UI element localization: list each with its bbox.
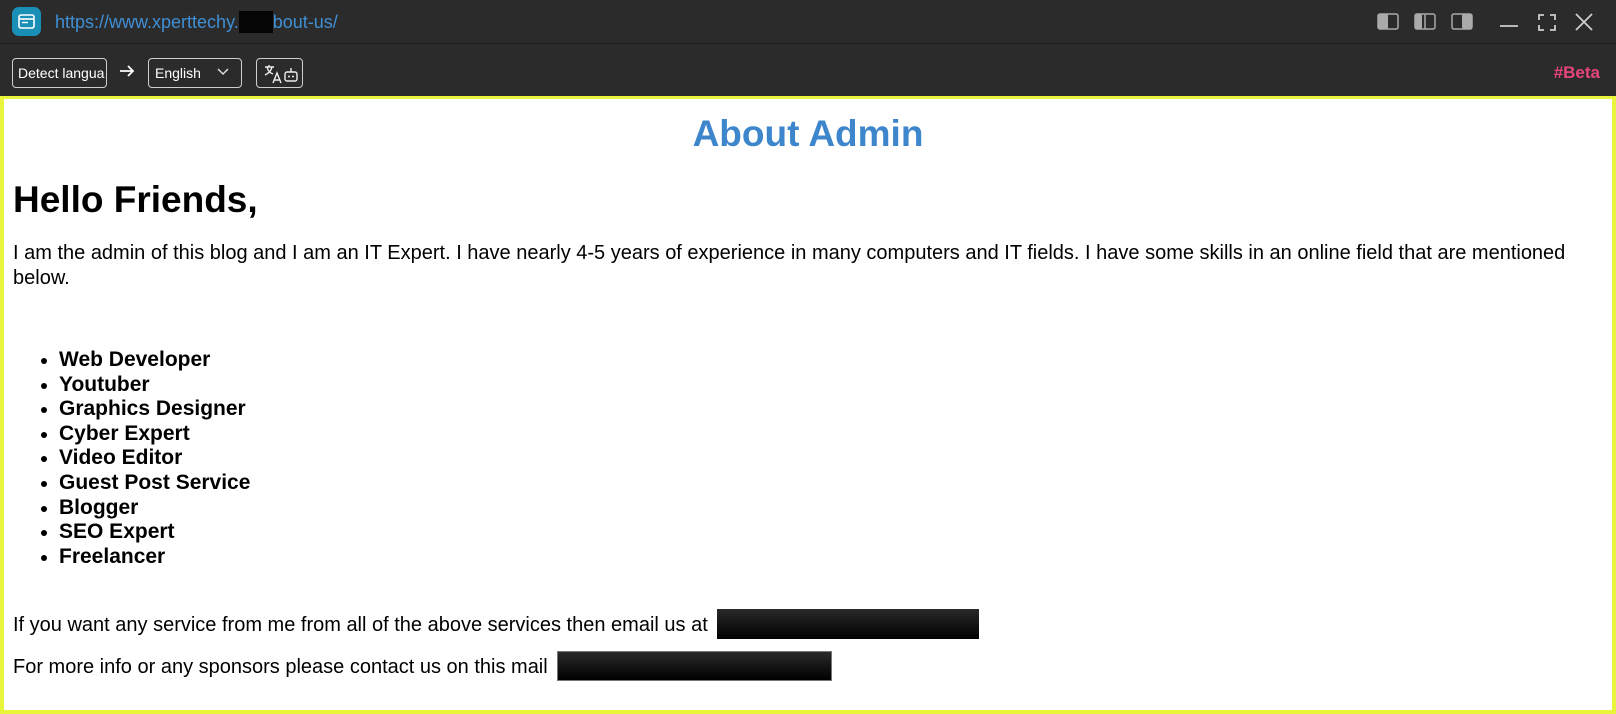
translate-toolbar: Detect langua English #Beta (0, 45, 1616, 96)
list-item: Video Editor (40, 446, 250, 471)
url-text[interactable]: https://www.xperttechy. bout-us/ (55, 11, 338, 33)
fullscreen-icon[interactable] (1536, 12, 1558, 32)
arrow-right-icon (120, 65, 135, 77)
skills-list: Web Developer Youtuber Graphics Designer… (40, 348, 251, 570)
list-item: Youtuber (40, 373, 250, 398)
list-item: Blogger (40, 496, 250, 521)
url-prefix: https://www.xperttechy. (55, 12, 239, 32)
translated-page-content: About Admin Hello Friends, I am the admi… (0, 96, 1616, 714)
close-icon[interactable] (1573, 12, 1595, 32)
page-title: About Admin (692, 113, 924, 154)
target-language-select[interactable]: English (148, 58, 242, 88)
redaction-box (238, 11, 273, 33)
list-item: Graphics Designer (40, 397, 250, 422)
translate-button[interactable] (256, 58, 303, 88)
layout-left-icon[interactable] (1377, 12, 1399, 32)
layout-split-icon[interactable] (1414, 12, 1436, 32)
contact-email-line: For more info or any sponsors please con… (13, 651, 833, 681)
list-item: Guest Post Service (40, 470, 251, 494)
window-titlebar: https://www.xperttechy. bout-us/ (0, 0, 1616, 44)
redacted-email-box (717, 609, 980, 639)
chevron-down-icon (217, 68, 229, 76)
list-item: Cyber Expert (40, 422, 250, 447)
list-item: Freelancer (40, 545, 250, 570)
target-language-label: English (155, 65, 201, 81)
url-suffix: bout-us/ (272, 12, 338, 32)
service-text: If you want any service from me from all… (13, 614, 708, 636)
list-item: SEO Expert (40, 520, 250, 545)
browser-window-icon (12, 7, 41, 36)
source-language-select[interactable]: Detect langua (12, 58, 107, 88)
layout-right-icon[interactable] (1451, 12, 1473, 32)
service-email-line: If you want any service from me from all… (13, 609, 980, 639)
redacted-email-box (557, 651, 833, 681)
intro-paragraph: I am the admin of this blog and I am an … (13, 242, 1566, 289)
beta-badge: #Beta (1553, 63, 1600, 82)
translate-icon (264, 65, 298, 84)
list-item: Web Developer (40, 348, 250, 373)
contact-text: For more info or any sponsors please con… (13, 656, 548, 678)
minimize-icon[interactable] (1498, 12, 1520, 32)
greeting-heading: Hello Friends, (13, 179, 258, 220)
